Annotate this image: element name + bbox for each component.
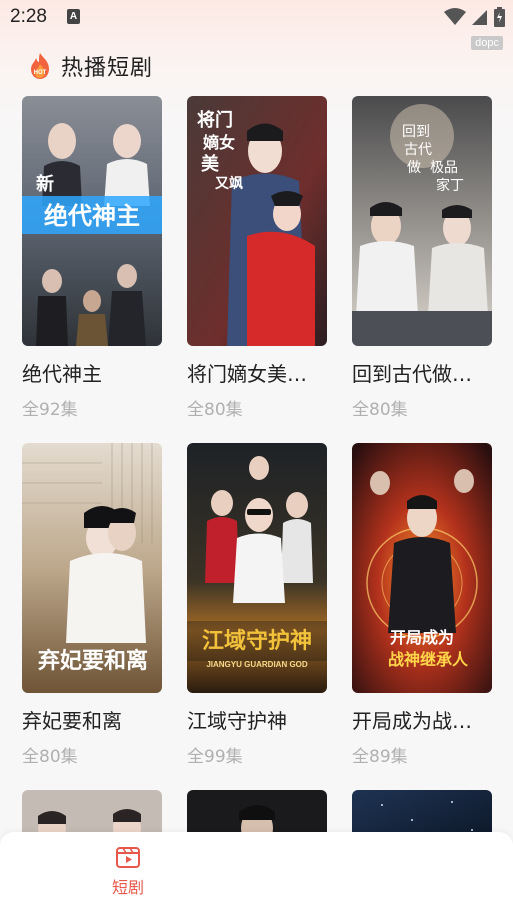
svg-text:做: 做 <box>407 160 421 176</box>
drama-poster[interactable]: 开局成为 战神继承人 <box>352 443 492 693</box>
hot-flame-icon: HOT <box>31 53 49 79</box>
notification-indicator: A <box>67 9 80 24</box>
svg-text:嫡女: 嫡女 <box>203 133 235 152</box>
signal-icon <box>472 10 487 25</box>
bottom-nav: 短剧 <box>0 832 513 912</box>
drama-poster[interactable]: 绝代神主 新 <box>22 96 162 346</box>
drama-card[interactable]: 弃妃要和离 弃妃要和离 全80集 <box>22 443 162 767</box>
drama-episodes: 全89集 <box>352 747 408 767</box>
status-icons <box>444 7 505 27</box>
drama-card[interactable]: 开局成为 战神继承人 开局成为战… 全89集 <box>352 443 492 767</box>
status-bar: 2:28 A <box>0 0 513 34</box>
svg-text:新: 新 <box>36 173 54 195</box>
section-header: HOT 热播短剧 <box>27 50 153 82</box>
svg-text:古代: 古代 <box>404 142 432 158</box>
drama-poster[interactable]: 回到 古代 做 极品 家丁 <box>352 96 492 346</box>
svg-text:JIANGYU GUARDIAN GOD: JIANGYU GUARDIAN GOD <box>206 660 308 669</box>
svg-text:弃妃要和离: 弃妃要和离 <box>38 648 148 674</box>
drama-title: 江域守护神 <box>187 709 287 733</box>
dev-badge: dopc <box>471 36 503 50</box>
drama-card[interactable]: 绝代神主 新 绝代神主 全92集 <box>22 96 162 420</box>
svg-text:绝代神主: 绝代神主 <box>44 202 140 230</box>
drama-title: 绝代神主 <box>22 362 102 386</box>
section-title: 热播短剧 <box>61 56 154 81</box>
drama-card[interactable]: 回到 古代 做 极品 家丁 回到古代做… 全80集 <box>352 96 492 420</box>
drama-card[interactable]: 将门 嫡女 美 又飒 将门嫡女美… 全80集 <box>187 96 327 420</box>
drama-episodes: 全80集 <box>22 747 78 767</box>
drama-poster[interactable]: 弃妃要和离 <box>22 443 162 693</box>
svg-text:家丁: 家丁 <box>436 177 464 194</box>
svg-text:将门: 将门 <box>197 109 233 131</box>
nav-item-short-drama[interactable]: 短剧 <box>98 844 158 898</box>
short-drama-icon <box>116 847 140 868</box>
drama-episodes: 全92集 <box>22 400 78 420</box>
drama-episodes: 全99集 <box>187 747 243 767</box>
drama-poster[interactable]: 江域守护神 JIANGYU GUARDIAN GOD <box>187 443 327 693</box>
nav-label-short-drama: 短剧 <box>111 878 144 897</box>
drama-title: 弃妃要和离 <box>22 709 122 733</box>
svg-text:HOT: HOT <box>34 70 47 76</box>
drama-card[interactable]: 江域守护神 JIANGYU GUARDIAN GOD 江域守护神 全99集 <box>187 443 327 767</box>
svg-text:江域守护神: 江域守护神 <box>202 628 312 654</box>
drama-poster[interactable]: 将门 嫡女 美 又飒 <box>187 96 327 346</box>
drama-title: 开局成为战… <box>352 709 472 733</box>
drama-title: 回到古代做… <box>352 362 472 386</box>
svg-text:开局成为: 开局成为 <box>390 628 454 647</box>
battery-icon <box>494 7 505 27</box>
svg-text:战神继承人: 战神继承人 <box>388 650 469 669</box>
svg-text:极品: 极品 <box>430 160 458 176</box>
drama-episodes: 全80集 <box>352 400 408 420</box>
svg-text:回到: 回到 <box>402 124 430 140</box>
wifi-icon <box>444 8 466 25</box>
svg-text:美: 美 <box>201 153 219 175</box>
svg-text:又飒: 又飒 <box>215 175 243 192</box>
drama-title: 将门嫡女美… <box>187 362 307 386</box>
drama-episodes: 全80集 <box>187 400 243 420</box>
status-time: 2:28 <box>10 6 47 27</box>
